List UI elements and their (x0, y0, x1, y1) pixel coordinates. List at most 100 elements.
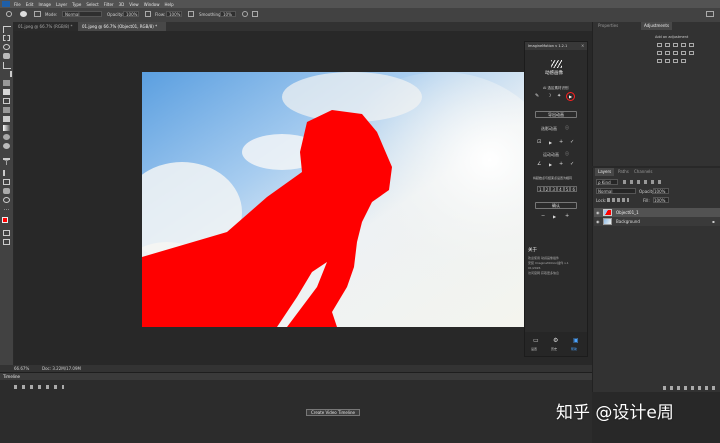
blend-mode-select[interactable]: Normal (596, 188, 636, 194)
star-icon[interactable]: ✦ (557, 94, 561, 99)
lasso-tool-icon[interactable] (3, 44, 10, 50)
add-icon[interactable]: + (559, 140, 563, 145)
gradient-tool-icon[interactable] (3, 125, 10, 131)
move-tool-icon[interactable] (3, 26, 11, 33)
tab-layers[interactable]: Layers (595, 168, 615, 176)
zoom-tool-icon[interactable] (3, 197, 10, 203)
tab-properties[interactable]: Properties (595, 22, 621, 30)
path-select-tool-icon[interactable] (3, 170, 12, 176)
tab-channels[interactable]: Channels (631, 168, 656, 176)
quick-select-tool-icon[interactable] (3, 53, 10, 59)
play-icon-3[interactable]: ▶ (553, 214, 556, 219)
gear-icon[interactable]: ⚙ (553, 338, 558, 344)
hand-tool-icon[interactable] (3, 188, 10, 194)
filter-icons[interactable] (623, 180, 663, 184)
info-icon-2[interactable]: ⓘ (565, 151, 569, 156)
menu-window[interactable]: Window (144, 2, 160, 7)
menu-view[interactable]: View (129, 2, 139, 7)
history-brush-tool-icon[interactable] (3, 107, 10, 113)
menu-edit[interactable]: Edit (26, 2, 34, 7)
number-1[interactable]: 1 (537, 186, 544, 192)
healing-brush-tool-icon[interactable] (3, 80, 10, 86)
screen-mode-icon[interactable] (3, 239, 10, 245)
play-icon[interactable]: ▶ (549, 140, 552, 145)
path-icon[interactable]: ∠ (537, 162, 541, 167)
frame-icon[interactable]: ⊡ (537, 140, 541, 145)
tab-document-2[interactable]: 01.jpeg @ 66.7% (Object01, RGB/8) * (78, 22, 166, 31)
zoom-level[interactable]: 66.67% (14, 365, 29, 372)
check-icon[interactable]: ✓ (570, 140, 574, 145)
quick-mask-icon[interactable] (3, 230, 10, 236)
shape-tool-icon[interactable] (3, 179, 10, 185)
channel-mixer-icon[interactable] (689, 51, 694, 55)
play-icon-2[interactable]: ▶ (549, 162, 552, 167)
settings-gear-icon[interactable] (242, 11, 248, 17)
pressure-opacity-icon[interactable] (145, 11, 151, 17)
eraser-tool-icon[interactable] (3, 116, 10, 122)
layer-opacity-field[interactable]: 100% (653, 188, 669, 194)
layer-row-background[interactable]: ◉ Background ▪ (594, 217, 720, 226)
canvas-image[interactable] (142, 72, 524, 327)
smoothing-field[interactable]: 10% (220, 11, 236, 17)
brush-icon[interactable]: ✎ (535, 94, 539, 99)
invert-icon[interactable] (657, 59, 662, 63)
color-balance-icon[interactable] (665, 51, 670, 55)
confirm-button[interactable]: 确认 (535, 202, 577, 209)
check-icon-2[interactable]: ✓ (570, 162, 574, 167)
exposure-icon[interactable] (681, 43, 686, 47)
fill-field[interactable]: 100% (653, 197, 669, 203)
bottom-tab-settings[interactable]: 设置 (531, 347, 537, 351)
number-6[interactable]: 6 (570, 186, 577, 192)
airbrush-icon[interactable] (188, 11, 194, 17)
number-4[interactable]: 4 (557, 186, 564, 192)
bottom-tab-help[interactable]: 帮助 (571, 347, 577, 351)
curves-icon[interactable] (673, 43, 678, 47)
bw-icon[interactable] (673, 51, 678, 55)
layer-kind-filter[interactable]: ρ Kind (596, 179, 618, 185)
flow-field[interactable]: 100% (166, 11, 182, 17)
layer-row-object01[interactable]: ◉ Object01_1 (594, 208, 720, 217)
tab-paths[interactable]: Paths (615, 168, 632, 176)
type-tool-icon[interactable]: T (3, 161, 10, 167)
about-text-4[interactable]: 访问官网 获取更多信息 (528, 271, 559, 275)
photo-filter-icon[interactable] (681, 51, 686, 55)
mode-select[interactable]: Normal (62, 11, 102, 17)
marquee-tool-icon[interactable] (3, 35, 10, 41)
create-video-timeline-button[interactable]: Create Video Timeline (306, 409, 360, 416)
add-icon-2[interactable]: + (559, 162, 563, 167)
pressure-size-icon[interactable] (252, 11, 258, 17)
help-icon[interactable]: ▣ (573, 338, 579, 344)
tab-document-1[interactable]: 01.jpeg @ 66.7% (RGB/8) * (14, 22, 78, 31)
timeline-title[interactable]: Timeline (3, 374, 20, 379)
brush-tool-icon[interactable] (3, 89, 10, 95)
moon-icon[interactable]: ☽ (547, 94, 551, 99)
close-icon[interactable]: × (581, 43, 584, 48)
eyedropper-tool-icon[interactable] (3, 71, 12, 77)
workspace-switcher-icon[interactable] (706, 11, 714, 17)
dodge-tool-icon[interactable] (3, 143, 10, 149)
menu-help[interactable]: Help (164, 2, 173, 7)
pen-tool-icon[interactable] (3, 152, 10, 160)
foreground-color-swatch[interactable] (2, 217, 8, 223)
levels-icon[interactable] (665, 43, 670, 47)
stamp-tool-icon[interactable] (3, 98, 10, 104)
menu-filter[interactable]: Filter (104, 2, 114, 7)
info-icon[interactable]: ⓘ (565, 125, 569, 130)
opacity-field[interactable]: 100% (123, 11, 139, 17)
number-5[interactable]: 5 (563, 186, 571, 192)
gradient-map-icon[interactable] (681, 59, 686, 63)
timeline-controls[interactable] (14, 385, 64, 389)
prev-icon[interactable]: − (541, 214, 545, 219)
menu-select[interactable]: Select (86, 2, 98, 7)
play-highlight-icon[interactable]: ▶ (566, 92, 575, 101)
add-icon-3[interactable]: + (565, 214, 569, 219)
bottom-tab-history[interactable]: 历史 (551, 347, 557, 351)
menu-type[interactable]: Type (72, 2, 81, 7)
hue-icon[interactable] (657, 51, 662, 55)
export-animation-button[interactable]: 导出动画 (535, 111, 577, 118)
layers-footer-icons[interactable] (663, 386, 717, 390)
number-3[interactable]: 3 (550, 186, 557, 192)
threshold-icon[interactable] (673, 59, 678, 63)
lock-icons[interactable] (607, 198, 629, 202)
brush-panel-icon[interactable] (34, 11, 41, 17)
